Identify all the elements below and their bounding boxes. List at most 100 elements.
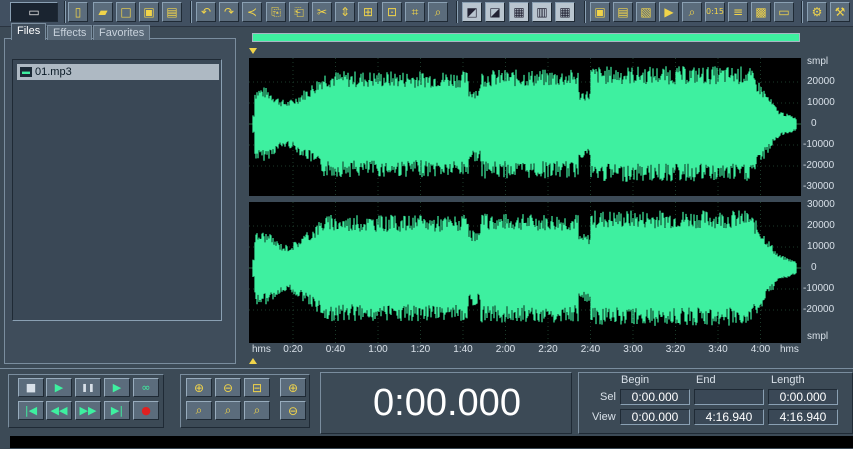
- stop-icon[interactable]: ■: [18, 378, 44, 397]
- pause-icon[interactable]: ❚❚: [75, 378, 101, 397]
- loop-icon[interactable]: ∞: [133, 378, 159, 397]
- paste-icon[interactable]: ⎗: [289, 2, 309, 22]
- start-marker-icon[interactable]: [249, 48, 257, 54]
- save-file-icon[interactable]: ▣: [139, 2, 159, 22]
- channel-separator: [249, 196, 801, 202]
- zoom-in-horizontal-icon[interactable]: ⊕: [186, 378, 212, 397]
- redo-icon[interactable]: ↷: [219, 2, 239, 22]
- time-unit-left: hms: [252, 344, 271, 355]
- time-ruler: hms hms 0:20 0:40 1:00 1:20 1:40 2:00 2:20 2:40…: [249, 343, 801, 361]
- waveform-view-icon[interactable]: ◪: [485, 2, 505, 22]
- file-list-item[interactable]: ▬ 01.mp3: [17, 64, 219, 80]
- overview-range-bar[interactable]: [252, 33, 800, 42]
- time-label: 2:20: [538, 344, 558, 355]
- time-label: 3:40: [708, 344, 728, 355]
- play-list-icon[interactable]: ▥: [532, 2, 552, 22]
- zoom-search-icon[interactable]: ⌕: [428, 2, 448, 22]
- begin-header: Begin: [621, 374, 650, 386]
- go-to-beginning-icon[interactable]: |◀: [18, 401, 44, 420]
- repeat-command-icon[interactable]: ≺: [242, 2, 262, 22]
- amplitude-label: -20000: [803, 304, 835, 315]
- play-window-icon[interactable]: ▶: [659, 2, 679, 22]
- fast-forward-icon[interactable]: ▶▶: [75, 401, 101, 420]
- zoom-window-icon[interactable]: ⌕: [682, 2, 702, 22]
- save-all-icon[interactable]: ▤: [162, 2, 182, 22]
- play-to-end-icon[interactable]: ▶: [104, 378, 130, 397]
- sel-begin-field[interactable]: 0:00.000: [620, 389, 690, 405]
- amplitude-label: -10000: [803, 139, 835, 150]
- toolbar-separator: [64, 1, 66, 23]
- time-label: 0:40: [325, 344, 346, 355]
- zoom-to-selection-icon[interactable]: ⌕: [186, 401, 212, 420]
- spectral-view-icon[interactable]: ◩: [462, 2, 482, 22]
- amplitude-label: 20000: [807, 76, 835, 87]
- view-length-field[interactable]: 4:16.940: [768, 409, 838, 425]
- record-icon[interactable]: ●: [133, 401, 159, 420]
- time-label: 1:20: [410, 344, 431, 355]
- effects-settings-icon[interactable]: ⚙: [807, 2, 827, 22]
- undo-icon[interactable]: ↶: [196, 2, 216, 22]
- amplitude-label: -30000: [803, 181, 835, 192]
- length-header: Length: [771, 374, 805, 386]
- main-toolbar: ▭ ▯ ▰ □ ▣ ▤ ↶ ↷ ≺ ⎘ ⎗ ✂ ⇕ ⊞ ⊡ ⌗ ⌕ ◩ ◪ ▦ ▥ ▦ ▣ ▤ ▧ ▶ ⌕ 0:15 ≡ ▩ ▭ ⚙ ⚒: [0, 0, 853, 27]
- window-c-icon[interactable]: ▧: [636, 2, 656, 22]
- amplitude-label: 0: [811, 262, 817, 273]
- sel-length-field[interactable]: 0:00.000: [768, 389, 838, 405]
- copy-icon[interactable]: ⎘: [266, 2, 286, 22]
- status-bar-icon[interactable]: ▭: [774, 2, 794, 22]
- zoom-out-vertical-icon[interactable]: ⊖: [280, 401, 306, 420]
- view-begin-field[interactable]: 0:00.000: [620, 409, 690, 425]
- time-label: 3:20: [665, 344, 686, 355]
- crop-icon[interactable]: ⌗: [405, 2, 425, 22]
- amplitude-label: -20000: [803, 160, 835, 171]
- time-unit-right: hms: [780, 344, 799, 355]
- close-file-icon[interactable]: □: [116, 2, 136, 22]
- cue-list-icon[interactable]: ▦: [509, 2, 529, 22]
- window-b-icon[interactable]: ▤: [613, 2, 633, 22]
- sel-end-field[interactable]: [694, 389, 764, 405]
- zoom-left-icon[interactable]: ⌕: [215, 401, 241, 420]
- cut-icon[interactable]: ✂: [312, 2, 332, 22]
- time-label: 1:40: [453, 344, 473, 355]
- play-icon[interactable]: ▶: [46, 378, 72, 397]
- end-marker-icon[interactable]: [249, 358, 257, 364]
- end-header: End: [696, 374, 716, 386]
- status-strip: [10, 436, 853, 448]
- wave-file-icon: ▬: [20, 67, 32, 77]
- time-display: 0:00.000: [373, 381, 521, 424]
- open-file-icon[interactable]: ▰: [93, 2, 113, 22]
- paste-new-icon[interactable]: ⊡: [382, 2, 402, 22]
- spectrum-window-icon[interactable]: ▩: [751, 2, 771, 22]
- ruler-unit-top: smpl: [807, 56, 829, 67]
- toolbar-separator: [584, 1, 586, 23]
- amplitude-ruler: smpl smpl 20000 10000 0 -10000 -20000 -30000 3…: [801, 56, 853, 343]
- amplitude-label: 30000: [807, 199, 835, 210]
- amplitude-label: -10000: [803, 283, 835, 294]
- left-channel-waveform: [252, 66, 797, 182]
- time-label: 3:00: [623, 344, 643, 355]
- transform-icon[interactable]: ⚒: [830, 2, 850, 22]
- time-label: 4:00: [750, 344, 771, 355]
- rewind-icon[interactable]: ◀◀: [46, 401, 72, 420]
- levels-icon[interactable]: ≡: [728, 2, 748, 22]
- ruler-unit-bottom: smpl: [807, 331, 829, 342]
- time-label: 1:00: [368, 344, 388, 355]
- zoom-right-icon[interactable]: ⌕: [244, 401, 270, 420]
- file-list[interactable]: ▬ 01.mp3: [12, 59, 222, 321]
- go-to-end-icon[interactable]: ▶|: [104, 401, 130, 420]
- zoom-in-vertical-icon[interactable]: ⊕: [280, 378, 306, 397]
- time-window-icon[interactable]: 0:15: [705, 2, 725, 22]
- zoom-out-full-icon[interactable]: ⊟: [244, 378, 270, 397]
- mix-paste-icon[interactable]: ⊞: [358, 2, 378, 22]
- amplitude-label: 20000: [807, 220, 835, 231]
- zoom-out-horizontal-icon[interactable]: ⊖: [215, 378, 241, 397]
- view-end-field[interactable]: 4:16.940: [694, 409, 764, 425]
- toolbar-separator: [801, 1, 803, 23]
- window-a-icon[interactable]: ▣: [590, 2, 610, 22]
- time-label: 2:40: [580, 344, 601, 355]
- multitrack-view-icon[interactable]: ▭: [10, 2, 58, 22]
- waveform-grid-icon[interactable]: ▦: [555, 2, 575, 22]
- trim-icon[interactable]: ⇕: [335, 2, 355, 22]
- new-file-icon[interactable]: ▯: [68, 2, 88, 22]
- toolbar-separator: [456, 1, 458, 23]
